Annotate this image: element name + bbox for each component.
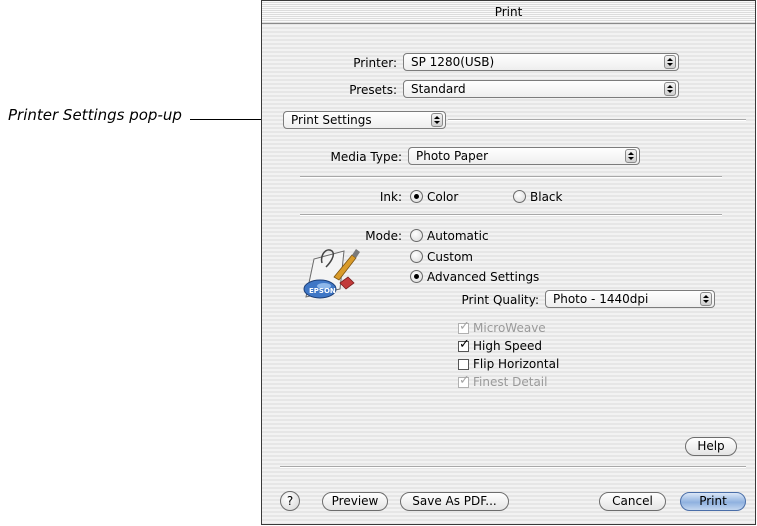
popup-arrows-icon bbox=[664, 55, 676, 69]
presets-value: Standard bbox=[411, 82, 466, 96]
callout-label: Printer Settings pop-up bbox=[8, 106, 182, 124]
cancel-button[interactable]: Cancel bbox=[599, 492, 666, 511]
popup-arrows-icon bbox=[700, 292, 712, 306]
question-help-button[interactable]: ? bbox=[280, 491, 300, 511]
printer-value: SP 1280(USB) bbox=[411, 55, 495, 69]
logo-text: EPSON bbox=[309, 287, 336, 295]
panel-divider bbox=[448, 119, 746, 121]
checkmark-icon: ✓ bbox=[459, 337, 470, 352]
finest-detail-label: Finest Detail bbox=[473, 375, 548, 389]
popup-arrows-icon bbox=[625, 149, 637, 163]
mode-custom-radio[interactable] bbox=[410, 250, 423, 263]
print-settings-popup[interactable]: Print Settings bbox=[283, 111, 446, 129]
microweave-checkbox: ✓ bbox=[458, 319, 470, 334]
checkmark-icon: ✓ bbox=[459, 319, 470, 334]
divider-2 bbox=[300, 214, 722, 216]
high-speed-checkbox[interactable]: ✓ bbox=[458, 337, 470, 352]
print-quality-popup[interactable]: Photo - 1440dpi bbox=[545, 290, 715, 308]
mode-automatic-radio[interactable] bbox=[410, 229, 423, 242]
ink-label: Ink: bbox=[379, 190, 402, 204]
print-dialog: Print Printer: SP 1280(USB) Presets: Sta… bbox=[261, 0, 756, 525]
presets-label: Presets: bbox=[349, 83, 397, 97]
print-quality-label: Print Quality: bbox=[461, 293, 539, 307]
presets-popup[interactable]: Standard bbox=[403, 80, 679, 98]
media-type-label: Media Type: bbox=[330, 150, 402, 164]
media-type-popup[interactable]: Photo Paper bbox=[408, 147, 640, 165]
mode-automatic-label: Automatic bbox=[427, 229, 489, 243]
save-as-pdf-button[interactable]: Save As PDF... bbox=[400, 492, 509, 511]
popup-arrows-icon bbox=[664, 82, 676, 96]
printer-popup[interactable]: SP 1280(USB) bbox=[403, 53, 679, 71]
checkmark-icon: ✓ bbox=[459, 373, 470, 388]
flip-horizontal-label: Flip Horizontal bbox=[473, 357, 560, 371]
popup-arrows-icon bbox=[431, 113, 443, 127]
mode-advanced-radio[interactable] bbox=[410, 270, 423, 283]
printer-label: Printer: bbox=[353, 56, 397, 70]
print-settings-value: Print Settings bbox=[291, 113, 372, 127]
media-type-value: Photo Paper bbox=[416, 149, 489, 163]
help-button[interactable]: Help bbox=[685, 437, 737, 456]
flip-horizontal-checkbox[interactable] bbox=[458, 359, 469, 370]
print-quality-value: Photo - 1440dpi bbox=[553, 292, 649, 306]
ink-black-radio[interactable] bbox=[513, 190, 526, 203]
ink-black-label: Black bbox=[530, 190, 563, 204]
epson-advanced-icon: EPSON bbox=[303, 249, 360, 299]
bottom-divider bbox=[280, 466, 746, 468]
microweave-label: MicroWeave bbox=[473, 321, 546, 335]
high-speed-label: High Speed bbox=[473, 339, 543, 353]
ink-color-label: Color bbox=[427, 190, 459, 204]
mode-advanced-label: Advanced Settings bbox=[427, 270, 540, 284]
mode-custom-label: Custom bbox=[427, 250, 473, 264]
finest-detail-checkbox: ✓ bbox=[458, 373, 470, 388]
window-title: Print bbox=[262, 1, 755, 24]
divider-1 bbox=[300, 176, 722, 178]
print-button[interactable]: Print bbox=[680, 492, 746, 511]
preview-button[interactable]: Preview bbox=[322, 492, 388, 511]
ink-color-radio[interactable] bbox=[410, 190, 423, 203]
